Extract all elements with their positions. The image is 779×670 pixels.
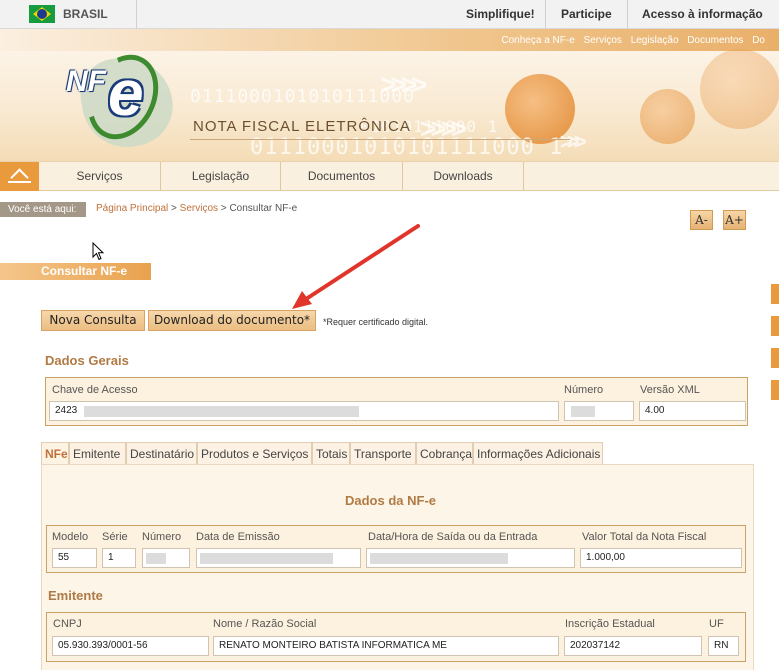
new-query-button[interactable]: Nova Consulta [41, 310, 145, 331]
certificate-note: *Requer certificado digital. [323, 317, 429, 327]
breadcrumb-label: Você está aqui: [0, 202, 86, 217]
company-name-label: Nome / Razão Social [213, 618, 317, 630]
uf-field: RN [708, 636, 739, 656]
series-field: 1 [102, 548, 136, 568]
state-registration-field: 202037142 [564, 636, 702, 656]
redacted-block [571, 406, 595, 417]
tab-totais[interactable]: Totais [312, 442, 350, 464]
issue-date-field [196, 548, 361, 568]
breadcrumb-separator: > [168, 203, 180, 214]
tab-nfe[interactable]: NFe [41, 442, 69, 465]
nfe-data-title: Dados da NF-e [345, 493, 437, 508]
uf-label: UF [709, 618, 724, 630]
redacted-block [200, 553, 333, 564]
nfe-number-label: Número [142, 531, 182, 543]
model-field: 55 [52, 548, 97, 568]
issuer-title: Emitente [48, 588, 103, 603]
xml-version-field: 4.00 [639, 401, 746, 421]
download-document-button[interactable]: Download do documento* [148, 310, 316, 331]
redacted-block [84, 406, 359, 417]
tab-informacoes-adicionais[interactable]: Informações Adicionais [473, 442, 603, 464]
nfe-number-field [142, 548, 190, 568]
side-tab[interactable] [771, 284, 779, 304]
mouse-cursor-icon [92, 242, 105, 261]
tab-destinatario[interactable]: Destinatário [126, 442, 197, 464]
top-link-servicos[interactable]: Serviços [584, 35, 622, 46]
nav-item-downloads[interactable]: Downloads [403, 162, 524, 191]
main-nav: Serviços Legislação Documentos Downloads [0, 162, 779, 191]
general-data-title: Dados Gerais [45, 353, 129, 368]
issuer-box: CNPJ 05.930.393/0001-56 Nome / Razão Soc… [46, 612, 746, 662]
header-banner: Conheça a NF-e Serviços Legislação Docum… [0, 29, 779, 162]
breadcrumb-home-link[interactable]: Página Principal [96, 203, 168, 214]
breadcrumb-current: Consultar NF-e [229, 203, 298, 214]
series-label: Série [102, 531, 128, 543]
exit-datetime-label: Data/Hora de Saída ou da Entrada [368, 531, 538, 543]
access-key-field: 2423 [49, 401, 559, 421]
nav-item-legislacao[interactable]: Legislação [161, 162, 281, 191]
brazil-flag-icon [29, 5, 55, 23]
state-registration-label: Inscrição Estadual [565, 618, 655, 630]
country-label: BRASIL [63, 7, 108, 21]
home-icon[interactable] [0, 162, 39, 191]
nav-item-servicos[interactable]: Serviços [39, 162, 161, 191]
total-value-field: 1.000,00 [580, 548, 742, 568]
acesso-informacao-link[interactable]: Acesso à informação [642, 7, 763, 21]
top-link-conheca[interactable]: Conheça a NF-e [501, 35, 574, 46]
simplifique-link[interactable]: Simplifique! [466, 7, 535, 21]
breadcrumb-services-link[interactable]: Serviços [180, 203, 218, 214]
binary-decoration-1: 0111000101010111000 [190, 86, 415, 107]
number-field [564, 401, 634, 421]
gov-top-bar: BRASIL Simplifique! Participe Acesso à i… [0, 0, 779, 29]
tab-emitente[interactable]: Emitente [69, 442, 126, 464]
number-label: Número [564, 384, 604, 396]
redacted-block [370, 553, 508, 564]
site-title: NOTA FISCAL ELETRÔNICA [193, 118, 411, 135]
general-data-box: Chave de Acesso 2423 Número Versão XML 4… [45, 377, 748, 426]
breadcrumb: Página Principal > Serviços > Consultar … [96, 203, 297, 214]
breadcrumb-separator: > [218, 203, 230, 214]
xml-version-label: Versão XML [640, 384, 700, 396]
font-decrease-button[interactable]: A- [690, 210, 713, 230]
exit-datetime-field [366, 548, 575, 568]
top-link-legislacao[interactable]: Legislação [631, 35, 679, 46]
top-link-downloads[interactable]: Do [752, 35, 765, 46]
side-tab[interactable] [771, 380, 779, 400]
model-label: Modelo [52, 531, 89, 543]
tab-produtos-servicos[interactable]: Produtos e Serviços [197, 442, 312, 464]
top-link-documentos[interactable]: Documentos [687, 35, 743, 46]
redacted-block [146, 553, 166, 564]
page-title: Consultar NF-e [0, 263, 151, 280]
cnpj-field: 05.930.393/0001-56 [52, 636, 209, 656]
banner-top-links: Conheça a NF-e Serviços Legislação Docum… [495, 35, 765, 46]
company-name-field: RENATO MONTEIRO BATISTA INFORMATICA ME [213, 636, 559, 656]
side-tab[interactable] [771, 316, 779, 336]
font-increase-button[interactable]: A+ [723, 210, 746, 230]
participe-link[interactable]: Participe [561, 7, 612, 21]
tab-transporte[interactable]: Transporte [350, 442, 416, 464]
nav-item-documentos[interactable]: Documentos [281, 162, 403, 191]
nfe-data-box: Modelo 55 Série 1 Número Data de Emissão… [46, 525, 746, 573]
issue-date-label: Data de Emissão [196, 531, 280, 543]
tab-cobranca[interactable]: Cobrança [416, 442, 473, 464]
cnpj-label: CNPJ [53, 618, 82, 630]
access-key-label: Chave de Acesso [52, 384, 138, 396]
total-value-label: Valor Total da Nota Fiscal [582, 531, 707, 543]
nfe-logo[interactable]: NF e [60, 43, 190, 155]
side-tab[interactable] [771, 348, 779, 368]
